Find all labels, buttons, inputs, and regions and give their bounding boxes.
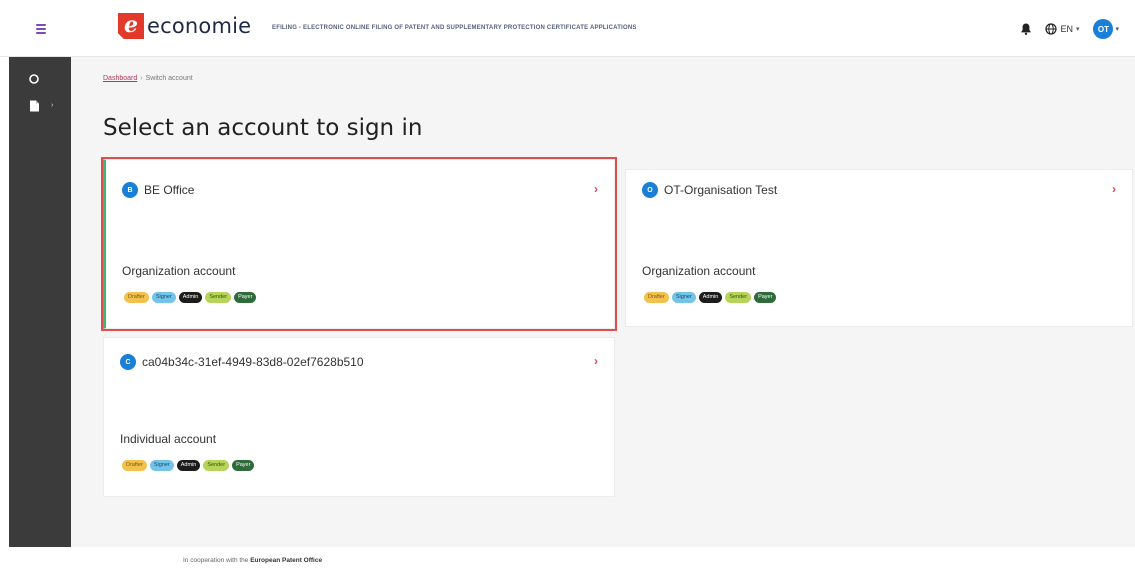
language-selector[interactable]: EN ▾ (1045, 23, 1079, 35)
app-title: EFILING - ELECTRONIC ONLINE FILING OF PA… (272, 25, 637, 31)
footer-org: European Patent Office (250, 557, 323, 564)
breadcrumb: Dashboard › Switch account (103, 75, 193, 82)
breadcrumb-separator: › (140, 75, 143, 82)
role-badge-payer: Payer (232, 460, 255, 471)
role-badge-drafter: Drafter (644, 292, 669, 303)
account-card-header: O OT-Organisation Test (642, 182, 777, 198)
account-card-individual[interactable]: C ca04b34c-31ef-4949-83d8-02ef7628b510 ›… (103, 337, 615, 497)
role-badge-payer: Payer (754, 292, 777, 303)
chevron-right-icon: › (594, 354, 598, 368)
avatar: OT (1093, 19, 1114, 39)
refresh-icon[interactable] (27, 72, 41, 86)
role-badge-admin: Admin (698, 292, 723, 303)
role-badge-signer: Signer (671, 292, 696, 303)
chevron-right-icon[interactable]: › (51, 102, 53, 109)
breadcrumb-dashboard-link[interactable]: Dashboard (103, 75, 137, 82)
account-card-ot-organisation[interactable]: O OT-Organisation Test › Organization ac… (625, 169, 1133, 327)
role-badge-admin: Admin (178, 292, 203, 303)
sidebar: › (9, 57, 71, 547)
footer: In cooperation with the European Patent … (0, 547, 1135, 570)
role-badge-admin: Admin (176, 460, 201, 471)
header-actions: EN ▾ OT ▾ (1019, 17, 1119, 41)
chevron-down-icon: ▾ (1075, 26, 1080, 33)
account-name: BE Office (144, 183, 195, 197)
main-content: Dashboard › Switch account Select an accou… (71, 57, 1135, 547)
chevron-right-icon: › (594, 182, 598, 196)
logo-mark (118, 13, 144, 39)
account-card-header: C ca04b34c-31ef-4949-83d8-02ef7628b510 (120, 354, 364, 370)
footer-text: In cooperation with the European Patent … (183, 557, 322, 564)
role-badges: Drafter Signer Admin Sender Payer (122, 460, 255, 471)
breadcrumb-current: Switch account (145, 75, 193, 82)
role-badges: Drafter Signer Admin Sender Payer (644, 292, 777, 303)
account-card-header: B BE Office (122, 182, 194, 198)
language-label: EN (1060, 24, 1073, 34)
globe-icon (1045, 23, 1058, 35)
role-badge-signer: Signer (151, 292, 176, 303)
account-type: Organization account (642, 264, 756, 278)
app-header: economie EFILING - ELECTRONIC ONLINE FIL… (0, 0, 1135, 57)
account-name: ca04b34c-31ef-4949-83d8-02ef7628b510 (142, 355, 364, 369)
bell-icon[interactable] (1019, 22, 1033, 36)
account-card-be-office[interactable]: B BE Office › Organization account Draft… (103, 159, 615, 329)
logo-text: economie (147, 14, 252, 38)
role-badge-drafter: Drafter (124, 292, 149, 303)
hamburger-icon[interactable] (33, 21, 49, 37)
account-initial-badge: C (120, 354, 136, 370)
role-badges: Drafter Signer Admin Sender Payer (124, 292, 257, 303)
role-badge-signer: Signer (149, 460, 174, 471)
economie-logo[interactable]: economie (118, 13, 251, 39)
page-title: Select an account to sign in (103, 115, 423, 141)
role-badge-sender: Sender (203, 460, 230, 471)
footer-prefix: In cooperation with the (183, 557, 249, 564)
role-badge-sender: Sender (205, 292, 232, 303)
account-initial-badge: B (122, 182, 138, 198)
role-badge-drafter: Drafter (122, 460, 147, 471)
chevron-right-icon: › (1112, 182, 1116, 196)
account-name: OT-Organisation Test (664, 183, 778, 197)
role-badge-payer: Payer (234, 292, 257, 303)
user-menu[interactable]: OT ▾ (1093, 19, 1119, 39)
document-icon[interactable] (27, 99, 41, 113)
account-type: Organization account (122, 264, 236, 278)
account-type: Individual account (120, 432, 217, 446)
account-initial-badge: O (642, 182, 658, 198)
chevron-down-icon: ▾ (1115, 26, 1119, 33)
role-badge-sender: Sender (725, 292, 752, 303)
